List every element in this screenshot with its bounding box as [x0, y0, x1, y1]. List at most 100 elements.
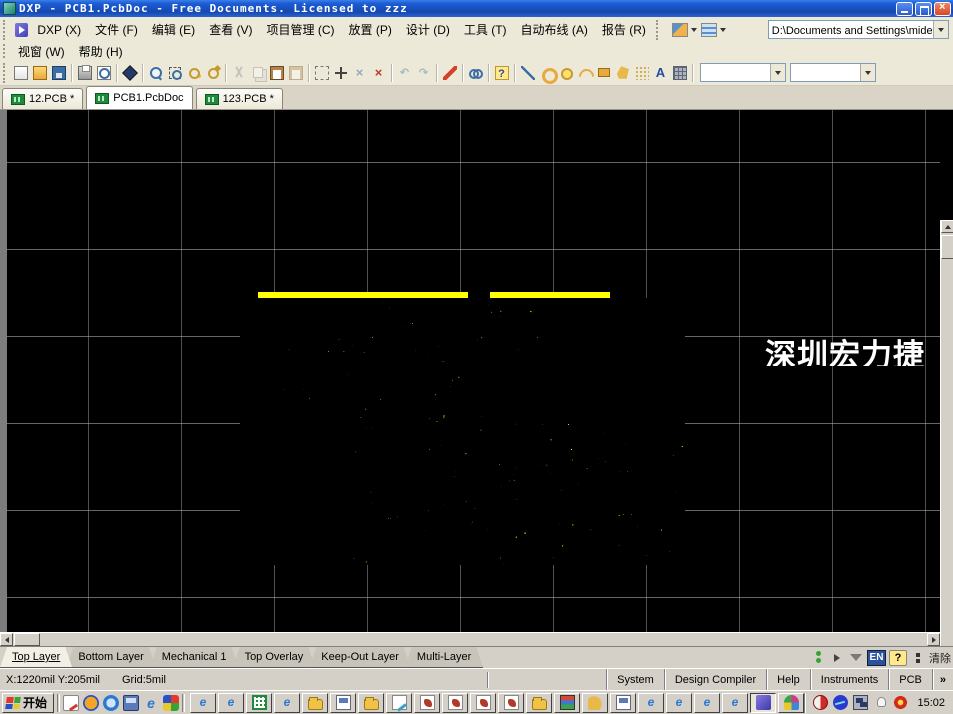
toolbar-combo-1[interactable] — [700, 63, 786, 82]
task-app-2[interactable] — [442, 693, 468, 713]
filter-icon[interactable] — [848, 650, 864, 666]
expand-icon[interactable] — [829, 650, 845, 666]
task-ie-6[interactable] — [694, 693, 720, 713]
tray-red-badge-icon[interactable] — [813, 695, 828, 710]
zoom-button[interactable] — [146, 63, 165, 82]
move-button[interactable] — [331, 63, 350, 82]
paste-button[interactable] — [267, 63, 286, 82]
doc-tab-12pcb[interactable]: 12.PCB * — [2, 88, 83, 109]
media-player-icon[interactable] — [83, 695, 99, 711]
interactive-route-button[interactable] — [440, 63, 459, 82]
clear-filter-button[interactable] — [369, 63, 388, 82]
panel-system-button[interactable]: System — [606, 669, 664, 690]
open-button[interactable] — [30, 63, 49, 82]
layer-tab-top-overlay[interactable]: Top Overlay — [233, 647, 316, 668]
msn-icon[interactable] — [103, 695, 119, 711]
task-doc-1[interactable] — [330, 693, 356, 713]
task-ie-2[interactable] — [218, 693, 244, 713]
task-dxp-active[interactable] — [750, 693, 776, 713]
cut-button[interactable] — [229, 63, 248, 82]
menu-help[interactable]: 帮助 (H) — [72, 41, 130, 62]
task-app-3[interactable] — [470, 693, 496, 713]
task-jester-app[interactable] — [778, 693, 804, 713]
save-button[interactable] — [49, 63, 68, 82]
horizontal-scrollbar[interactable] — [0, 632, 940, 646]
menu-edit[interactable]: 编辑 (E) — [145, 19, 202, 40]
menu-view[interactable]: 查看 (V) — [202, 19, 259, 40]
task-ie-5[interactable] — [666, 693, 692, 713]
internet-explorer-icon[interactable] — [143, 695, 159, 711]
redo-button[interactable] — [414, 63, 433, 82]
task-folder-3[interactable] — [526, 693, 552, 713]
tray-audio-icon[interactable] — [833, 695, 848, 710]
task-ie-7[interactable] — [722, 693, 748, 713]
layer-tab-multilayer[interactable]: Multi-Layer — [405, 647, 483, 668]
task-folder-2[interactable] — [358, 693, 384, 713]
place-string-button[interactable] — [651, 63, 670, 82]
scroll-up-button[interactable] — [941, 220, 953, 233]
start-button[interactable]: 开始 — [2, 693, 54, 713]
tool-grip[interactable] — [656, 20, 661, 40]
path-combobox[interactable]: D:\Documents and Settings\midea\桌面 — [768, 20, 949, 39]
task-ie-4[interactable] — [638, 693, 664, 713]
place-fill-button[interactable] — [594, 63, 613, 82]
copy-button[interactable] — [248, 63, 267, 82]
task-doc-2[interactable] — [610, 693, 636, 713]
menu-grip[interactable] — [3, 20, 8, 40]
layer-tab-mechanical1[interactable]: Mechanical 1 — [150, 647, 239, 668]
new-button[interactable] — [11, 63, 30, 82]
menu-reports[interactable]: 报告 (R) — [595, 19, 653, 40]
place-via-button[interactable] — [556, 63, 575, 82]
panel-pcb-button[interactable]: PCB — [888, 669, 932, 690]
place-polygon-button[interactable] — [613, 63, 632, 82]
zoom-area-button[interactable] — [165, 63, 184, 82]
menu-autoroute[interactable]: 自动布线 (A) — [514, 19, 595, 40]
menu-project[interactable]: 项目管理 (C) — [260, 19, 342, 40]
language-badge[interactable]: EN — [867, 650, 886, 666]
doc-tab-123pcb[interactable]: 123.PCB * — [196, 88, 283, 109]
close-button[interactable] — [934, 2, 951, 16]
scroll-right-button[interactable] — [927, 633, 940, 646]
toolbar-grip[interactable] — [3, 63, 8, 83]
language-help-button[interactable]: ? — [889, 650, 907, 666]
combo2-dropdown[interactable] — [860, 64, 875, 81]
panel-design-compiler-button[interactable]: Design Compiler — [664, 669, 766, 690]
paste-special-button[interactable] — [286, 63, 305, 82]
show-desktop-icon[interactable] — [63, 695, 79, 711]
restore-button[interactable] — [915, 2, 932, 16]
task-winrar[interactable] — [554, 693, 580, 713]
task-wordpad[interactable] — [386, 693, 412, 713]
task-app-4[interactable] — [498, 693, 524, 713]
place-pad-button[interactable] — [537, 63, 556, 82]
menu-dxp[interactable]: DXP (X) — [30, 21, 88, 39]
help-button[interactable] — [492, 63, 511, 82]
task-ie-3[interactable] — [274, 693, 300, 713]
tray-alert-icon[interactable] — [893, 695, 908, 710]
layer-tab-keepout[interactable]: Keep-Out Layer — [309, 647, 411, 668]
panel-instruments-button[interactable]: Instruments — [810, 669, 888, 690]
panel-more-button[interactable]: » — [932, 669, 953, 690]
deselect-button[interactable] — [350, 63, 369, 82]
menu-file[interactable]: 文件 (F) — [88, 19, 145, 40]
tray-bulb-icon[interactable] — [873, 695, 888, 710]
vertical-scrollbar[interactable] — [940, 220, 953, 714]
menu-grip2[interactable] — [3, 44, 8, 58]
layer-tab-top[interactable]: Top Layer — [0, 647, 72, 668]
place-line-button[interactable] — [518, 63, 537, 82]
layer-stack-button[interactable] — [120, 63, 139, 82]
doc-tab-pcb1[interactable]: PCB1.PcbDoc — [86, 86, 192, 109]
pcb-canvas[interactable]: 深圳宏力捷 — [7, 110, 940, 632]
zoom-out-button[interactable] — [203, 63, 222, 82]
minimize-button[interactable] — [896, 2, 913, 16]
menu-design[interactable]: 设计 (D) — [399, 19, 457, 40]
place-arc-button[interactable] — [575, 63, 594, 82]
combo1-dropdown[interactable] — [770, 64, 785, 81]
task-hand-app[interactable] — [582, 693, 608, 713]
panel-help-button[interactable]: Help — [766, 669, 810, 690]
language-options-icon[interactable] — [910, 650, 926, 666]
vertical-scroll-thumb[interactable] — [941, 235, 953, 259]
find-button[interactable] — [466, 63, 485, 82]
select-area-button[interactable] — [312, 63, 331, 82]
calculator-icon[interactable] — [123, 695, 139, 711]
task-app-1[interactable] — [414, 693, 440, 713]
